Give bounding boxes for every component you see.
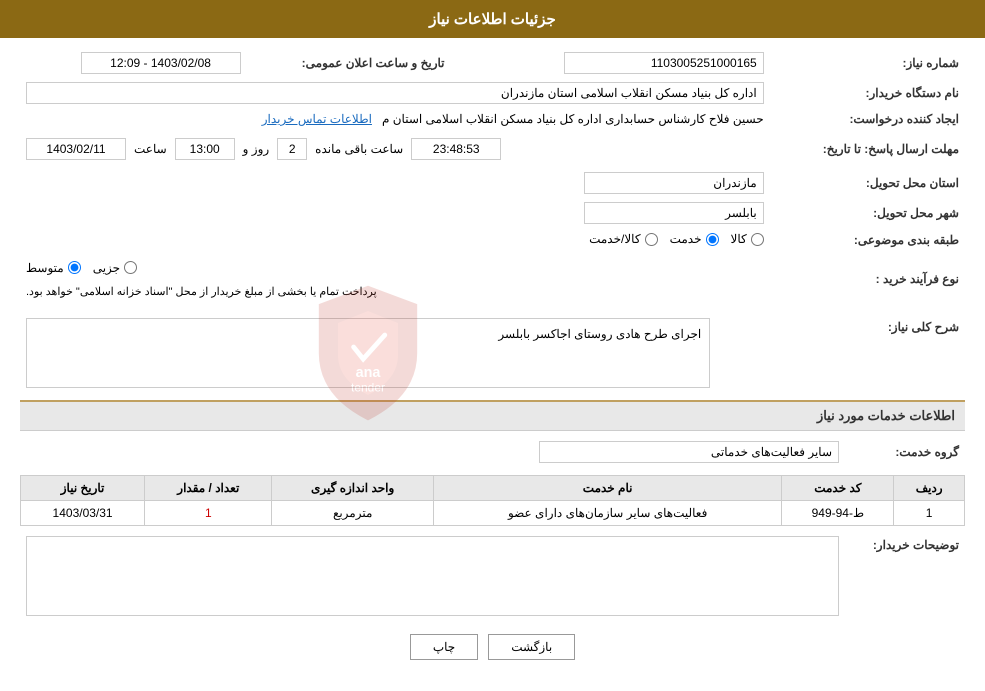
table-header: ردیف کد خدمت نام خدمت واحد اندازه گیری ت…: [21, 475, 965, 500]
buyer-org-label: نام دستگاه خریدار:: [770, 78, 965, 108]
services-data-table: ردیف کد خدمت نام خدمت واحد اندازه گیری ت…: [20, 475, 965, 526]
buyer-notes-table: توضیحات خریدار:: [20, 532, 965, 620]
row-need-number: شماره نیاز: 1103005251000165 تاریخ و ساع…: [20, 48, 965, 78]
contact-link[interactable]: اطلاعات تماس خریدار: [262, 112, 372, 126]
category-khedmat-radio[interactable]: [706, 233, 719, 246]
row-category: طبقه بندی موضوعی: کالا خدمت: [20, 228, 965, 253]
page-wrapper: جزئیات اطلاعات نیاز شماره نیاز: 11030052…: [0, 0, 985, 691]
category-kala-radio[interactable]: [751, 233, 764, 246]
deadline-label: مهلت ارسال پاسخ: تا تاریخ:: [770, 130, 965, 168]
description-box: ana tender اجرای طرح هادی روستای اجاکسر …: [26, 318, 710, 388]
deadline-remaining: 23:48:53: [411, 138, 501, 160]
buyer-org-input: اداره کل بنیاد مسکن انقلاب اسلامی استان …: [26, 82, 764, 104]
purchase-jozi-radio[interactable]: [124, 261, 137, 274]
cell-row: 1: [894, 500, 965, 525]
description-text: اجرای طرح هادی روستای اجاکسر بابلسر: [31, 323, 705, 345]
row-buyer-notes: توضیحات خریدار:: [20, 532, 965, 620]
description-label: شرح کلی نیاز:: [716, 314, 965, 392]
purchase-type-label: نوع فرآیند خرید :: [770, 253, 965, 306]
svg-text:tender: tender: [351, 380, 385, 394]
col-name: نام خدمت: [433, 475, 781, 500]
col-date: تاریخ نیاز: [21, 475, 145, 500]
category-kala-khedmat-radio[interactable]: [645, 233, 658, 246]
category-khedmat: خدمت: [670, 232, 719, 246]
row-city: شهر محل تحویل: بابلسر: [20, 198, 965, 228]
row-purchase-type: نوع فرآیند خرید : جزیی متوسط: [20, 253, 965, 306]
row-province: استان محل تحویل: مازندران: [20, 168, 965, 198]
info-table: شماره نیاز: 1103005251000165 تاریخ و ساع…: [20, 48, 965, 306]
print-button[interactable]: چاپ: [410, 634, 478, 660]
province-input: مازندران: [584, 172, 764, 194]
need-number-input: 1103005251000165: [564, 52, 764, 74]
purchase-note: پرداخت تمام یا بخشی از مبلغ خریدار از مح…: [26, 285, 377, 298]
back-button[interactable]: بازگشت: [488, 634, 575, 660]
col-quantity: تعداد / مقدار: [145, 475, 272, 500]
header-title: جزئیات اطلاعات نیاز: [429, 11, 556, 28]
day-label: روز و: [243, 142, 270, 156]
row-creator: ایجاد کننده درخواست: حسین فلاح کارشناس ح…: [20, 108, 965, 130]
purchase-motavasset-radio[interactable]: [68, 261, 81, 274]
deadline-days-input: 2: [277, 138, 307, 160]
services-section-header: اطلاعات خدمات مورد نیاز: [20, 400, 965, 431]
date-value: 1403/02/08 - 12:09: [20, 48, 247, 78]
cell-date: 1403/03/31: [21, 500, 145, 525]
service-group-label: گروه خدمت:: [845, 437, 965, 467]
category-kala-khedmat: کالا/خدمت: [589, 232, 657, 246]
category-radio-group: کالا خدمت کالا/خدمت: [589, 232, 764, 246]
province-label: استان محل تحویل:: [770, 168, 965, 198]
city-input: بابلسر: [584, 202, 764, 224]
services-table-wrapper: ردیف کد خدمت نام خدمت واحد اندازه گیری ت…: [20, 475, 965, 526]
service-group-table: گروه خدمت: سایر فعالیت‌های خدماتی: [20, 437, 965, 467]
category-label: طبقه بندی موضوعی:: [770, 228, 965, 253]
service-group-input: سایر فعالیت‌های خدماتی: [539, 441, 839, 463]
deadline-remaining-input: 23:48:53: [411, 138, 501, 160]
row-deadline: مهلت ارسال پاسخ: تا تاریخ: 23:48:53 ساعت…: [20, 130, 965, 168]
row-service-group: گروه خدمت: سایر فعالیت‌های خدماتی: [20, 437, 965, 467]
purchase-motavasset: متوسط: [26, 261, 81, 275]
need-number-label: شماره نیاز:: [770, 48, 965, 78]
remaining-label: ساعت باقی مانده: [315, 142, 403, 156]
col-unit: واحد اندازه گیری: [272, 475, 433, 500]
page-header: جزئیات اطلاعات نیاز: [0, 0, 985, 38]
creator-label: ایجاد کننده درخواست:: [770, 108, 965, 130]
deadline-time-input: 13:00: [175, 138, 235, 160]
category-kala: کالا: [731, 232, 764, 246]
row-buyer-org: نام دستگاه خریدار: اداره کل بنیاد مسکن ا…: [20, 78, 965, 108]
services-table-body: 1 ط-94-949 فعالیت‌های سایر سازمان‌های دا…: [21, 500, 965, 525]
row-description: شرح کلی نیاز: ana tender اجرای طرح هادی …: [20, 314, 965, 392]
cell-code: ط-94-949: [782, 500, 894, 525]
deadline-date-input: 1403/02/11: [26, 138, 126, 160]
main-content: شماره نیاز: 1103005251000165 تاریخ و ساع…: [0, 38, 985, 680]
date-label: تاریخ و ساعت اعلان عمومی:: [247, 48, 451, 78]
buyer-notes-box: [26, 536, 839, 616]
cell-unit: مترمربع: [272, 500, 433, 525]
cell-name: فعالیت‌های سایر سازمان‌های دارای عضو: [433, 500, 781, 525]
buyer-notes-label: توضیحات خریدار:: [845, 532, 965, 620]
svg-text:ana: ana: [356, 365, 382, 381]
creator-value: حسین فلاح کارشناس حسابداری اداره کل بنیا…: [382, 112, 764, 126]
col-row: ردیف: [894, 475, 965, 500]
buyer-notes-textarea[interactable]: [31, 541, 834, 601]
button-row: بازگشت چاپ: [20, 634, 965, 660]
city-label: شهر محل تحویل:: [770, 198, 965, 228]
time-label: ساعت: [134, 142, 167, 156]
cell-quantity: 1: [145, 500, 272, 525]
table-row: 1 ط-94-949 فعالیت‌های سایر سازمان‌های دا…: [21, 500, 965, 525]
need-number-value: 1103005251000165: [491, 48, 770, 78]
col-code: کد خدمت: [782, 475, 894, 500]
date-input: 1403/02/08 - 12:09: [81, 52, 241, 74]
purchase-radio-group: جزیی متوسط: [26, 261, 137, 275]
description-table: شرح کلی نیاز: ana tender اجرای طرح هادی …: [20, 314, 965, 392]
purchase-jozi: جزیی: [93, 261, 137, 275]
